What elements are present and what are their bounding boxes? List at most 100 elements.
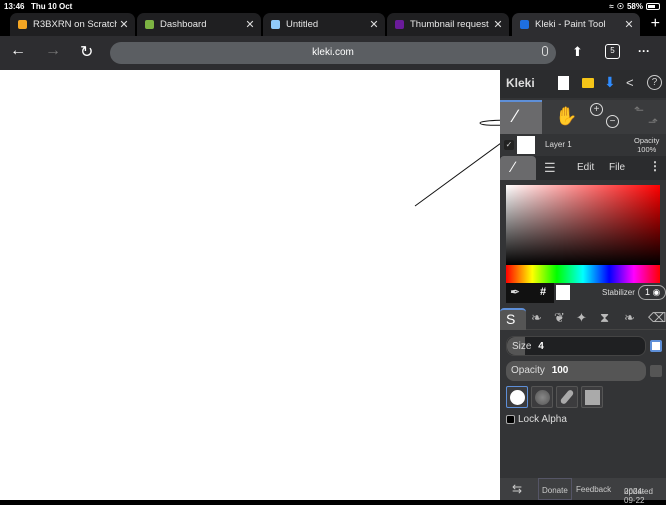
close-icon[interactable]: ✕	[491, 18, 505, 31]
chemy-brush-icon[interactable]: ⧗	[600, 310, 609, 326]
stabilizer-select[interactable]: 1 ◉	[638, 285, 666, 300]
g-icon	[395, 20, 404, 29]
kleki-icon	[520, 20, 529, 29]
pixel-brush-icon[interactable]: ✦	[576, 310, 587, 326]
blend-brush-icon[interactable]: ❧	[531, 310, 542, 326]
color-controls: ✒ # Stabilizer 1 ◉	[506, 283, 666, 303]
battery-percent: 58%	[626, 2, 643, 11]
feedback-button[interactable]: Feedback	[576, 485, 611, 494]
sketchy-brush-icon[interactable]: ❦	[554, 310, 565, 326]
color-saturation-picker[interactable]	[506, 185, 660, 265]
tab-bar: R3BXRN on Scratch ✕ Dashboard ✕ Untitled…	[0, 12, 666, 36]
stabilizer-label: Stabilizer	[602, 288, 635, 297]
eyedropper-icon[interactable]: ✒	[510, 285, 520, 299]
smudge-brush-icon[interactable]: ❧	[624, 310, 635, 326]
shape-round-hard[interactable]	[506, 386, 528, 408]
open-folder-icon[interactable]	[582, 78, 594, 88]
wifi-icon: ≈	[609, 2, 614, 11]
eyedropper-box: ✒ #	[506, 283, 554, 303]
close-icon[interactable]: ✕	[622, 18, 636, 31]
stabilizer-value: 1	[645, 287, 651, 297]
size-slider[interactable]: Size 4	[506, 336, 646, 356]
share-icon[interactable]: <	[626, 75, 634, 90]
swap-side-icon[interactable]: ⇆	[512, 482, 522, 496]
kleki-logo: Kleki	[506, 76, 535, 90]
opacity-slider[interactable]: Opacity 100	[506, 361, 646, 381]
brush-icon: ∕	[514, 106, 518, 126]
more-button[interactable]: ···	[638, 44, 650, 58]
layer-row[interactable]: ✓ Layer 1 Opacity 100%	[500, 134, 666, 156]
size-value: 4	[538, 341, 544, 352]
close-icon[interactable]: ✕	[367, 18, 381, 31]
tool-row: ∕ ✋ + − ⬑ ⬏	[500, 100, 666, 134]
share-button[interactable]: ⬆	[572, 44, 583, 60]
brush-type-tabs: S ❧ ❦ ✦ ⧗ ❧ ⌫	[500, 308, 666, 330]
hue-slider[interactable]	[506, 265, 660, 283]
untitled-icon	[271, 20, 280, 29]
brush-tab-pen[interactable]: S	[500, 308, 526, 330]
close-icon[interactable]: ✕	[117, 18, 131, 31]
close-icon[interactable]: ✕	[243, 18, 257, 31]
eraser-icon[interactable]: ⌫	[648, 310, 666, 326]
tab-untitled[interactable]: Untitled ✕	[263, 13, 385, 36]
tab-title: Untitled	[286, 19, 319, 30]
layer-opacity-value: 100%	[637, 145, 657, 154]
tab-dashboard[interactable]: Dashboard ✕	[137, 13, 261, 36]
hand-tool-icon[interactable]: ✋	[555, 106, 577, 127]
subtab-brush[interactable]: ∕	[500, 156, 536, 180]
opacity-pressure-toggle[interactable]	[650, 365, 662, 377]
status-right: ≈ ☉ 58%	[609, 2, 660, 11]
url-text: kleki.com	[312, 47, 354, 58]
lock-alpha-checkbox[interactable]: Lock Alpha	[506, 414, 567, 425]
brush-icon: ∕	[512, 159, 515, 176]
download-icon[interactable]: ⬇	[604, 74, 616, 91]
subtab-layers[interactable]: ☰	[544, 160, 556, 176]
pen-brush-icon: S	[506, 311, 516, 327]
new-image-icon[interactable]	[558, 76, 569, 90]
forward-button[interactable]: →	[45, 42, 61, 60]
zoom-out-icon[interactable]: −	[606, 115, 619, 128]
microphone-icon[interactable]	[542, 46, 548, 56]
undo-icon[interactable]: ⬑	[634, 103, 644, 117]
hex-input-button[interactable]: #	[540, 286, 546, 298]
updated-date: 2024-09-22	[624, 487, 645, 505]
redo-icon[interactable]: ⬏	[648, 115, 658, 129]
lock-alpha-label: Lock Alpha	[518, 414, 567, 425]
layer-visibility-checkbox[interactable]: ✓	[504, 140, 514, 150]
tab-scratch[interactable]: R3BXRN on Scratch ✕	[10, 13, 135, 36]
back-button[interactable]: ←	[10, 42, 26, 60]
brush-shapes	[506, 386, 603, 408]
tab-thumbnail[interactable]: Thumbnail request f ✕	[387, 13, 509, 36]
reload-button[interactable]: ↻	[80, 42, 93, 62]
scratch-icon	[18, 20, 27, 29]
tab-kleki[interactable]: Kleki - Paint Tool ✕	[512, 13, 640, 36]
tab-count-button[interactable]: 5	[605, 44, 620, 59]
panel-footer: ⇆ Donate Feedback updated 2024-09-22	[500, 478, 666, 505]
opacity-value: 100	[551, 365, 569, 376]
size-label: Size	[512, 341, 532, 352]
new-tab-button[interactable]: +	[651, 15, 660, 33]
help-icon[interactable]: ?	[647, 75, 662, 90]
more-menu-icon[interactable]: ⋮	[649, 159, 661, 173]
layer-opacity: Opacity 100%	[634, 136, 659, 154]
drawing-canvas[interactable]	[0, 70, 542, 500]
zoom-in-icon[interactable]: +	[590, 103, 603, 116]
shape-square[interactable]	[581, 386, 603, 408]
brush-tool-button[interactable]: ∕	[500, 100, 542, 134]
kleki-panel: Kleki ⬇ < ? ∕ ✋ + − ⬑ ⬏ ✓ Layer 1 Opacit…	[500, 70, 666, 505]
tab-title: Kleki - Paint Tool	[535, 19, 606, 30]
shape-round-soft[interactable]	[531, 386, 553, 408]
size-pressure-toggle[interactable]	[650, 340, 662, 352]
donate-button[interactable]: Donate	[538, 478, 572, 500]
shape-chisel[interactable]	[556, 386, 578, 408]
address-bar[interactable]: kleki.com	[110, 42, 556, 64]
opacity-label: Opacity	[511, 365, 545, 376]
current-color-swatch[interactable]	[556, 285, 570, 300]
subtab-edit[interactable]: Edit	[577, 162, 594, 173]
tab-title: Dashboard	[160, 19, 207, 30]
brush-stroke	[414, 119, 542, 207]
subtab-file[interactable]: File	[609, 162, 625, 173]
status-bar: 13:46 Thu 10 Oct ≈ ☉ 58%	[0, 0, 666, 12]
status-time: 13:46	[4, 2, 25, 11]
kleki-header: Kleki ⬇ < ?	[500, 70, 666, 98]
